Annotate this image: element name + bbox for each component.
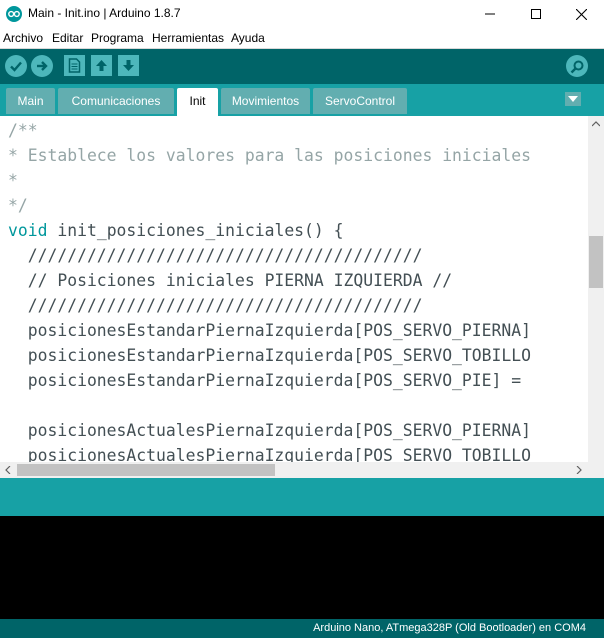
code-line: /** — [8, 121, 38, 140]
maximize-button[interactable] — [513, 0, 559, 28]
title-bar: Main - Init.ino | Arduino 1.8.7 — [0, 0, 604, 28]
arduino-logo-icon — [6, 6, 22, 22]
arrow-right-icon — [37, 61, 48, 71]
status-bar — [0, 478, 604, 516]
menu-ayuda[interactable]: Ayuda — [231, 31, 265, 45]
menu-editar[interactable]: Editar — [52, 31, 83, 45]
scroll-right-icon[interactable] — [576, 466, 582, 474]
code-line: void init_posiciones_iniciales() { — [8, 218, 531, 243]
new-file-icon — [68, 58, 81, 73]
code-line: * — [8, 171, 18, 190]
window-title: Main - Init.ino | Arduino 1.8.7 — [28, 6, 181, 20]
tab-movimientos[interactable]: Movimientos — [221, 88, 310, 114]
tab-bar: Main Comunicaciones Init Movimientos Ser… — [0, 84, 604, 116]
toolbar — [0, 49, 604, 84]
horizontal-scrollbar[interactable] — [0, 462, 588, 478]
horizontal-scroll-thumb[interactable] — [17, 464, 275, 476]
save-button[interactable] — [118, 55, 139, 76]
code-line: posicionesActualesPiernaIzquierda[POS_SE… — [8, 421, 532, 440]
menu-bar: Archivo Editar Programa Herramientas Ayu… — [0, 28, 604, 49]
verify-button[interactable] — [5, 55, 27, 77]
code-line: posicionesActualesPiernaIzquierda[POS_SE… — [8, 446, 532, 462]
tab-menu-button[interactable] — [565, 92, 581, 106]
code-text[interactable]: /** * Establece los valores para las posi… — [8, 118, 531, 462]
code-line: posicionesEstandarPiernaIzquierda[POS_SE… — [8, 346, 532, 365]
code-line: // Posiciones iniciales PIERNA IZQUIERDA… — [8, 271, 453, 290]
arrow-down-icon — [123, 60, 134, 71]
new-sketch-button[interactable] — [64, 55, 85, 76]
code-line: posicionesEstandarPiernaIzquierda[POS_SE… — [8, 371, 522, 390]
tab-main[interactable]: Main — [6, 88, 55, 114]
minimize-button[interactable] — [467, 0, 513, 28]
tab-init[interactable]: Init — [177, 88, 218, 116]
upload-button[interactable] — [31, 55, 53, 77]
code-line: posicionesEstandarPiernaIzquierda[POS_SE… — [8, 321, 532, 340]
serial-monitor-button[interactable] — [566, 55, 588, 77]
vertical-scrollbar[interactable] — [588, 116, 604, 462]
footer-bar: Arduino Nano, ATmega328P (Old Bootloader… — [0, 619, 604, 638]
arrow-up-icon — [96, 60, 107, 71]
checkmark-icon — [10, 61, 22, 72]
function-signature: init_posiciones_iniciales() { — [47, 221, 344, 240]
tab-servocontrol[interactable]: ServoControl — [313, 88, 407, 114]
close-button[interactable] — [558, 0, 604, 28]
code-line: //////////////////////////////////////// — [8, 246, 423, 265]
code-line: */ — [8, 196, 28, 215]
code-line: * Establece los valores para las posicio… — [8, 146, 532, 165]
console-output[interactable] — [0, 516, 604, 619]
scroll-up-icon[interactable] — [592, 121, 600, 127]
menu-programa[interactable]: Programa — [91, 31, 144, 45]
board-info: Arduino Nano, ATmega328P (Old Bootloader… — [313, 622, 586, 634]
tab-comunicaciones[interactable]: Comunicaciones — [58, 88, 174, 114]
scrollbar-corner — [588, 462, 604, 478]
code-editor[interactable]: /** * Establece los valores para las posi… — [0, 116, 588, 462]
open-button[interactable] — [91, 55, 112, 76]
menu-archivo[interactable]: Archivo — [3, 31, 43, 45]
menu-herramientas[interactable]: Herramientas — [152, 31, 224, 45]
scroll-left-icon[interactable] — [5, 466, 11, 474]
keyword-void: void — [8, 221, 48, 240]
vertical-scroll-thumb[interactable] — [589, 236, 603, 288]
code-line: //////////////////////////////////////// — [8, 296, 423, 315]
triangle-down-icon — [568, 96, 578, 102]
magnifier-icon — [570, 60, 583, 73]
